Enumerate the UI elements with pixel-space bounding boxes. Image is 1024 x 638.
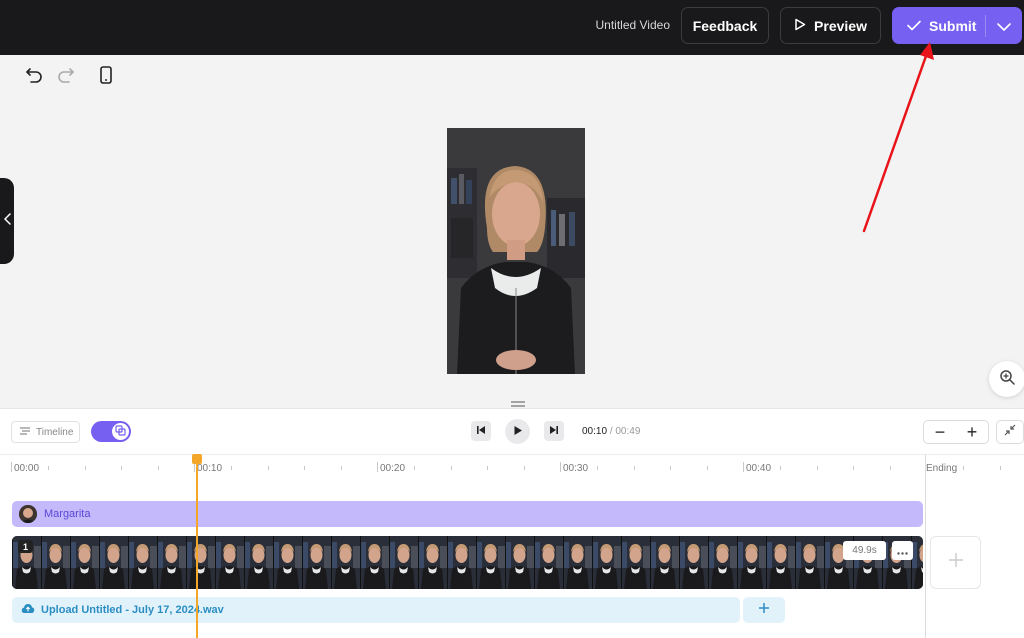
timeline-zoom-in-button[interactable]: + [967, 422, 978, 443]
cloud-upload-icon [21, 603, 35, 617]
ruler-tick [121, 466, 122, 470]
presenter-video-frame [447, 128, 585, 374]
ruler-tick [158, 466, 159, 470]
ruler-tick [414, 466, 415, 470]
ruler-tick [560, 462, 561, 472]
undo-icon [25, 67, 43, 88]
ruler-tick [48, 466, 49, 470]
timeline-icon [19, 426, 31, 439]
device-aspect-button[interactable] [95, 65, 117, 89]
clip-duration-badge: 49.9s [843, 541, 886, 560]
ruler-tick [670, 466, 671, 470]
ruler-tick [304, 466, 305, 470]
undo-button[interactable] [23, 66, 45, 88]
current-time: 00:10 [582, 426, 608, 437]
check-icon [907, 18, 921, 34]
ruler-tick [780, 466, 781, 470]
ruler-tick [11, 462, 12, 472]
video-preview[interactable] [447, 128, 585, 374]
mobile-device-icon [100, 65, 112, 89]
document-title[interactable]: Untitled Video [596, 18, 671, 32]
ruler-label-4: 00:40 [746, 463, 772, 474]
playhead-line [196, 462, 198, 638]
ruler-tick [1000, 466, 1001, 470]
layers-toggle[interactable] [91, 421, 131, 442]
ruler-tick [451, 466, 452, 470]
ending-marker [925, 454, 926, 638]
feedback-button[interactable]: Feedback [681, 7, 769, 44]
layers-toggle-knob [112, 423, 129, 440]
video-clip-track[interactable]: 1 49.9s [12, 536, 923, 589]
redo-button[interactable] [55, 66, 77, 88]
ruler-tick [597, 466, 598, 470]
timeline-label: Timeline [36, 426, 74, 438]
collapse-icon [1004, 423, 1016, 441]
ruler-label-1: 00:10 [197, 463, 223, 474]
timeline-mode-button[interactable]: Timeline [11, 421, 80, 443]
skip-forward-icon [549, 422, 559, 440]
add-audio-button[interactable] [743, 597, 785, 623]
clip-number-badge: 1 [18, 540, 33, 553]
panel-resize-handle[interactable] [510, 395, 526, 407]
add-clip-button[interactable] [930, 536, 981, 589]
ruler-tick [817, 466, 818, 470]
ruler-tick [963, 466, 964, 470]
ruler-tick [341, 466, 342, 470]
ruler-label-2: 00:20 [380, 463, 406, 474]
ruler-tick [524, 466, 525, 470]
layers-icon [115, 423, 126, 441]
ruler-tick [487, 466, 488, 470]
ruler-ending-label: Ending [926, 463, 958, 474]
ruler-tick [268, 466, 269, 470]
canvas-zoom-button[interactable] [989, 361, 1024, 397]
ruler-tick [377, 462, 378, 472]
video-thumbnail-strip [12, 536, 923, 589]
timeline-zoom-out-button[interactable]: − [935, 422, 946, 443]
submit-options-dropdown[interactable] [986, 7, 1022, 44]
ruler-tick [743, 462, 744, 472]
submit-button[interactable]: Submit [892, 7, 985, 44]
play-icon [513, 423, 523, 441]
ruler-tick [707, 466, 708, 470]
zoom-in-icon [999, 369, 1015, 390]
ruler-tick [634, 466, 635, 470]
time-ruler[interactable]: 00:00 00:10 00:20 00:30 00:40 Ending [0, 454, 1024, 478]
submit-label: Submit [929, 17, 977, 34]
feedback-label: Feedback [692, 17, 758, 34]
chevron-down-icon [997, 18, 1011, 34]
ruler-tick [85, 466, 86, 470]
play-outline-icon [794, 18, 806, 34]
playhead-handle[interactable] [192, 454, 202, 464]
preview-button[interactable]: Preview [780, 7, 881, 44]
more-horizontal-icon [897, 542, 908, 560]
time-display: 00:10 / 00:49 [582, 426, 640, 437]
skip-forward-button[interactable] [544, 421, 564, 441]
chevron-left-icon [3, 212, 11, 230]
total-time: / 00:49 [609, 426, 641, 437]
plus-icon [758, 601, 770, 619]
avatar-track[interactable]: Margarita [12, 501, 923, 527]
preview-label: Preview [814, 17, 867, 34]
redo-icon [57, 67, 75, 88]
clip-more-button[interactable] [892, 541, 913, 560]
ruler-tick [853, 466, 854, 470]
skip-back-button[interactable] [471, 421, 491, 441]
play-button[interactable] [505, 419, 530, 444]
ruler-tick [231, 466, 232, 470]
submit-button-group: Submit [892, 7, 1022, 44]
plus-icon [947, 551, 965, 574]
ruler-label-0: 00:00 [14, 463, 40, 474]
ruler-tick [890, 466, 891, 470]
avatar [19, 505, 37, 523]
timeline-zoom-controls: − + [923, 420, 989, 444]
avatar-name: Margarita [44, 508, 91, 520]
ruler-label-3: 00:30 [563, 463, 589, 474]
collapse-panel-button[interactable] [996, 420, 1024, 444]
timeline-panel: Timeline 00:10 / 00:49 − + 00:00 00:10 0… [0, 408, 1024, 638]
skip-back-icon [476, 422, 486, 440]
top-bar: Untitled Video Feedback Preview Submit [0, 0, 1024, 55]
sidebar-toggle[interactable] [0, 178, 14, 264]
audio-track[interactable]: Upload Untitled - July 17, 2024.wav [12, 597, 740, 623]
